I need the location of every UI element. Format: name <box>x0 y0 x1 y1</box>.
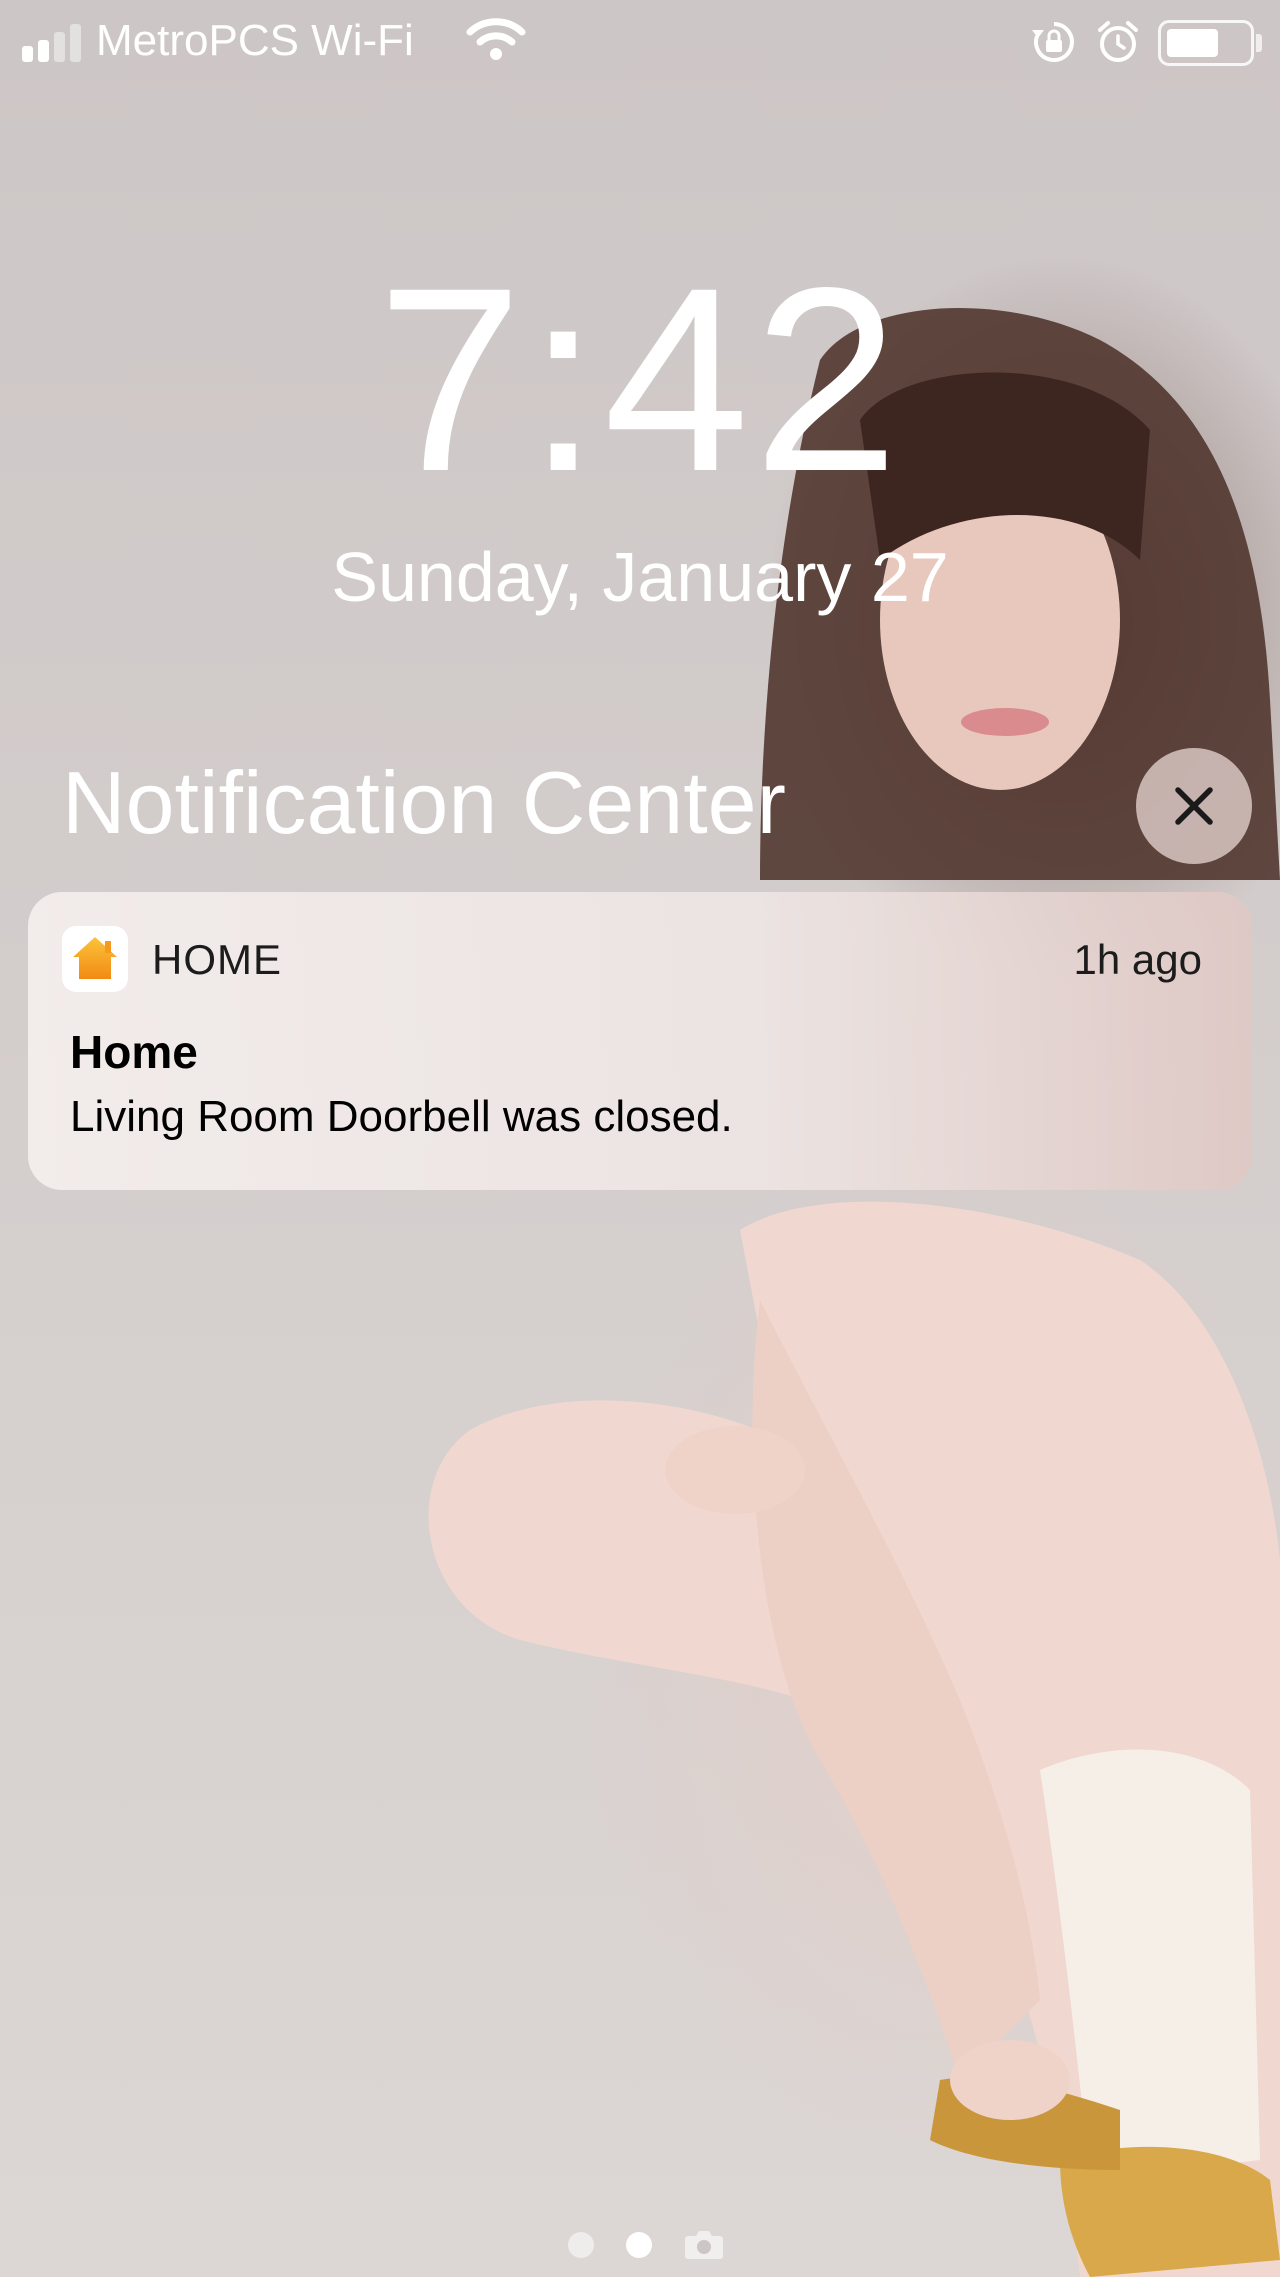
notification-title: Home <box>70 1026 198 1078</box>
battery-cap <box>1256 34 1262 52</box>
lock-screen-time: 7:42 <box>377 233 903 526</box>
signal-icon <box>22 22 84 62</box>
page-indicator <box>0 2222 1280 2262</box>
rotation-lock-icon <box>1030 20 1078 64</box>
wifi-icon <box>466 18 526 62</box>
close-icon <box>1175 787 1213 825</box>
lock-screen-date: Sunday, January 27 <box>331 538 949 616</box>
home-app-icon <box>62 926 128 992</box>
page-dot-active <box>626 2232 652 2258</box>
camera-icon <box>684 2228 724 2260</box>
notification-time: 1h ago <box>1073 936 1202 983</box>
status-bar: MetroPCS Wi-Fi <box>0 0 1280 84</box>
notification-body: Living Room Doorbell was closed. <box>70 1092 733 1141</box>
alarm-icon <box>1096 20 1140 64</box>
notification-card[interactable]: HOME 1h ago Home Living Room Doorbell wa… <box>28 892 1252 1190</box>
battery-icon <box>1158 20 1254 66</box>
clear-notifications-button[interactable] <box>1136 748 1252 864</box>
page-dot <box>568 2232 594 2258</box>
notification-app-name: HOME <box>152 936 282 983</box>
carrier-name: MetroPCS Wi-Fi <box>96 16 414 65</box>
notification-center-title: Notification Center <box>62 753 786 852</box>
battery-level <box>1167 29 1218 57</box>
